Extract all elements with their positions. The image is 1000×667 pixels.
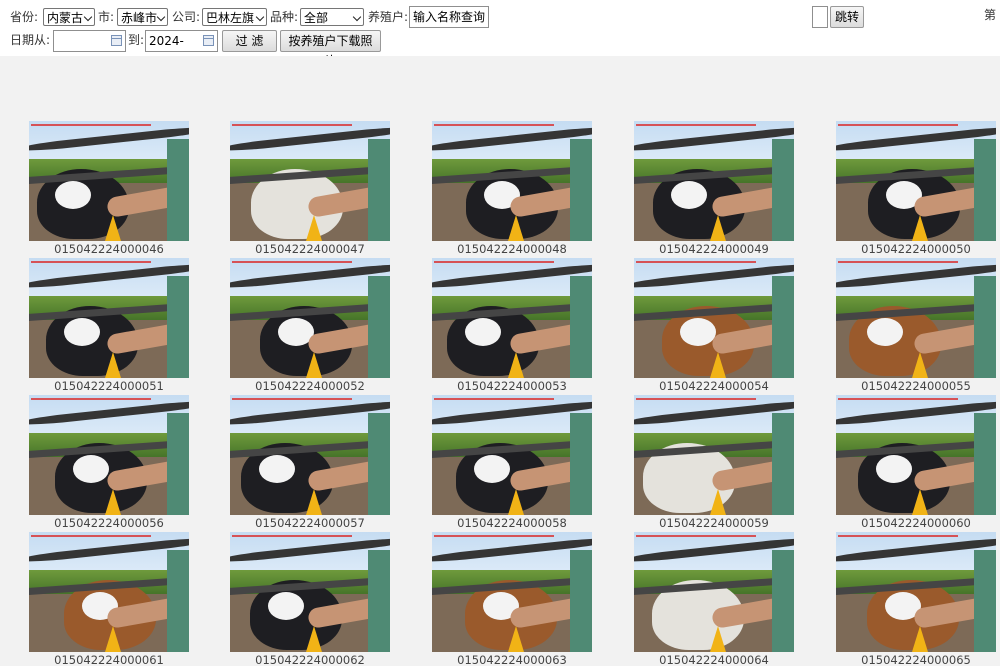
photo-tile[interactable]: 015042224000050 [836, 121, 996, 256]
farm-search-input[interactable]: 输入名称查询 [409, 6, 489, 28]
photo-caption: 015042224000048 [457, 242, 567, 256]
photo-tile[interactable]: 015042224000062 [230, 532, 390, 667]
cattle-photo[interactable] [836, 532, 996, 652]
photo-caption: 015042224000062 [255, 653, 365, 667]
photo-caption: 015042224000063 [457, 653, 567, 667]
photo-tile[interactable]: 015042224000056 [29, 395, 189, 530]
cattle-photo[interactable] [836, 395, 996, 515]
cattle-photo[interactable] [230, 258, 390, 378]
photo-caption: 015042224000047 [255, 242, 365, 256]
page-label: 第 [984, 8, 997, 22]
photo-caption: 015042224000058 [457, 516, 567, 530]
photo-tile[interactable]: 015042224000051 [29, 258, 189, 393]
date-to-label: 到: [128, 33, 145, 47]
photo-caption: 015042224000050 [861, 242, 971, 256]
photo-tile[interactable]: 015042224000048 [432, 121, 592, 256]
cattle-photo[interactable] [29, 121, 189, 241]
cattle-photo[interactable] [230, 532, 390, 652]
photo-caption: 015042224000065 [861, 653, 971, 667]
photo-tile[interactable]: 015042224000065 [836, 532, 996, 667]
photo-tile[interactable]: 015042224000063 [432, 532, 592, 667]
photo-tile[interactable]: 015042224000057 [230, 395, 390, 530]
photo-tile[interactable]: 015042224000053 [432, 258, 592, 393]
filter-toolbar: 省份: 内蒙古 市: 赤峰市 公司: 巴林左旗 品种: 全部 养殖户: 输入名称… [0, 0, 1000, 68]
farm-label: 养殖户: [368, 10, 409, 24]
photo-caption: 015042224000055 [861, 379, 971, 393]
company-select[interactable]: 巴林左旗 [202, 8, 267, 26]
cattle-photo[interactable] [230, 395, 390, 515]
filter-button[interactable]: 过 滤 [222, 30, 277, 52]
cattle-photo[interactable] [432, 532, 592, 652]
calendar-icon[interactable] [203, 35, 214, 46]
cattle-photo[interactable] [29, 258, 189, 378]
breed-label: 品种: [270, 10, 299, 24]
date-from-label: 日期从: [10, 33, 51, 47]
breed-value: 全部 [304, 11, 329, 25]
photo-caption: 015042224000054 [659, 379, 769, 393]
company-label: 公司: [172, 10, 201, 24]
photo-caption: 015042224000064 [659, 653, 769, 667]
chevron-down-icon [83, 12, 93, 22]
cattle-photo[interactable] [634, 121, 794, 241]
city-label: 市: [98, 10, 115, 24]
cattle-photo[interactable] [634, 258, 794, 378]
chevron-down-icon [255, 12, 265, 22]
cattle-photo[interactable] [230, 121, 390, 241]
chevron-down-icon [352, 12, 362, 22]
cattle-photo[interactable] [836, 121, 996, 241]
photo-tile[interactable]: 015042224000049 [634, 121, 794, 256]
photo-tile[interactable]: 015042224000061 [29, 532, 189, 667]
cattle-photo[interactable] [432, 258, 592, 378]
city-select[interactable]: 赤峰市 [117, 8, 168, 26]
date-from-input[interactable] [53, 30, 126, 52]
chevron-down-icon [156, 12, 166, 22]
photo-caption: 015042224000057 [255, 516, 365, 530]
photo-tile[interactable]: 015042224000047 [230, 121, 390, 256]
photo-tile[interactable]: 015042224000060 [836, 395, 996, 530]
province-label: 省份: [10, 10, 39, 24]
province-select[interactable]: 内蒙古 [43, 8, 95, 26]
cattle-photo[interactable] [432, 121, 592, 241]
photo-tile[interactable]: 015042224000046 [29, 121, 189, 256]
photo-caption: 015042224000061 [54, 653, 164, 667]
photo-tile[interactable]: 015042224000064 [634, 532, 794, 667]
cattle-photo[interactable] [634, 395, 794, 515]
company-value: 巴林左旗 [206, 11, 255, 25]
farm-search-placeholder: 输入名称查询 [413, 10, 486, 24]
breed-select[interactable]: 全部 [300, 8, 364, 26]
photo-gallery: 015042224000046 015042224000047 0150422240… [0, 56, 1000, 667]
photo-tile[interactable]: 015042224000052 [230, 258, 390, 393]
date-to-input[interactable]: 2024-08-07 [145, 30, 218, 68]
photo-caption: 015042224000059 [659, 516, 769, 530]
photo-caption: 015042224000052 [255, 379, 365, 393]
cattle-photo[interactable] [836, 258, 996, 378]
city-value: 赤峰市 [121, 11, 158, 25]
cattle-photo[interactable] [29, 532, 189, 652]
photo-caption: 015042224000046 [54, 242, 164, 256]
photo-caption: 015042224000053 [457, 379, 567, 393]
photo-caption: 015042224000051 [54, 379, 164, 393]
cattle-photo[interactable] [29, 395, 189, 515]
jump-button[interactable]: 跳转 [830, 6, 864, 28]
photo-caption: 015042224000060 [861, 516, 971, 530]
photo-caption: 015042224000049 [659, 242, 769, 256]
photo-tile[interactable]: 015042224000058 [432, 395, 592, 530]
photo-caption: 015042224000056 [54, 516, 164, 530]
calendar-icon[interactable] [111, 35, 122, 46]
photo-tile[interactable]: 015042224000055 [836, 258, 996, 393]
cattle-photo[interactable] [634, 532, 794, 652]
download-photos-button[interactable]: 按养殖户下载照片 [280, 30, 381, 68]
cattle-photo[interactable] [432, 395, 592, 515]
page-number-input[interactable] [812, 6, 828, 28]
province-value: 内蒙古 [47, 11, 84, 25]
photo-tile[interactable]: 015042224000054 [634, 258, 794, 393]
photo-tile[interactable]: 015042224000059 [634, 395, 794, 530]
